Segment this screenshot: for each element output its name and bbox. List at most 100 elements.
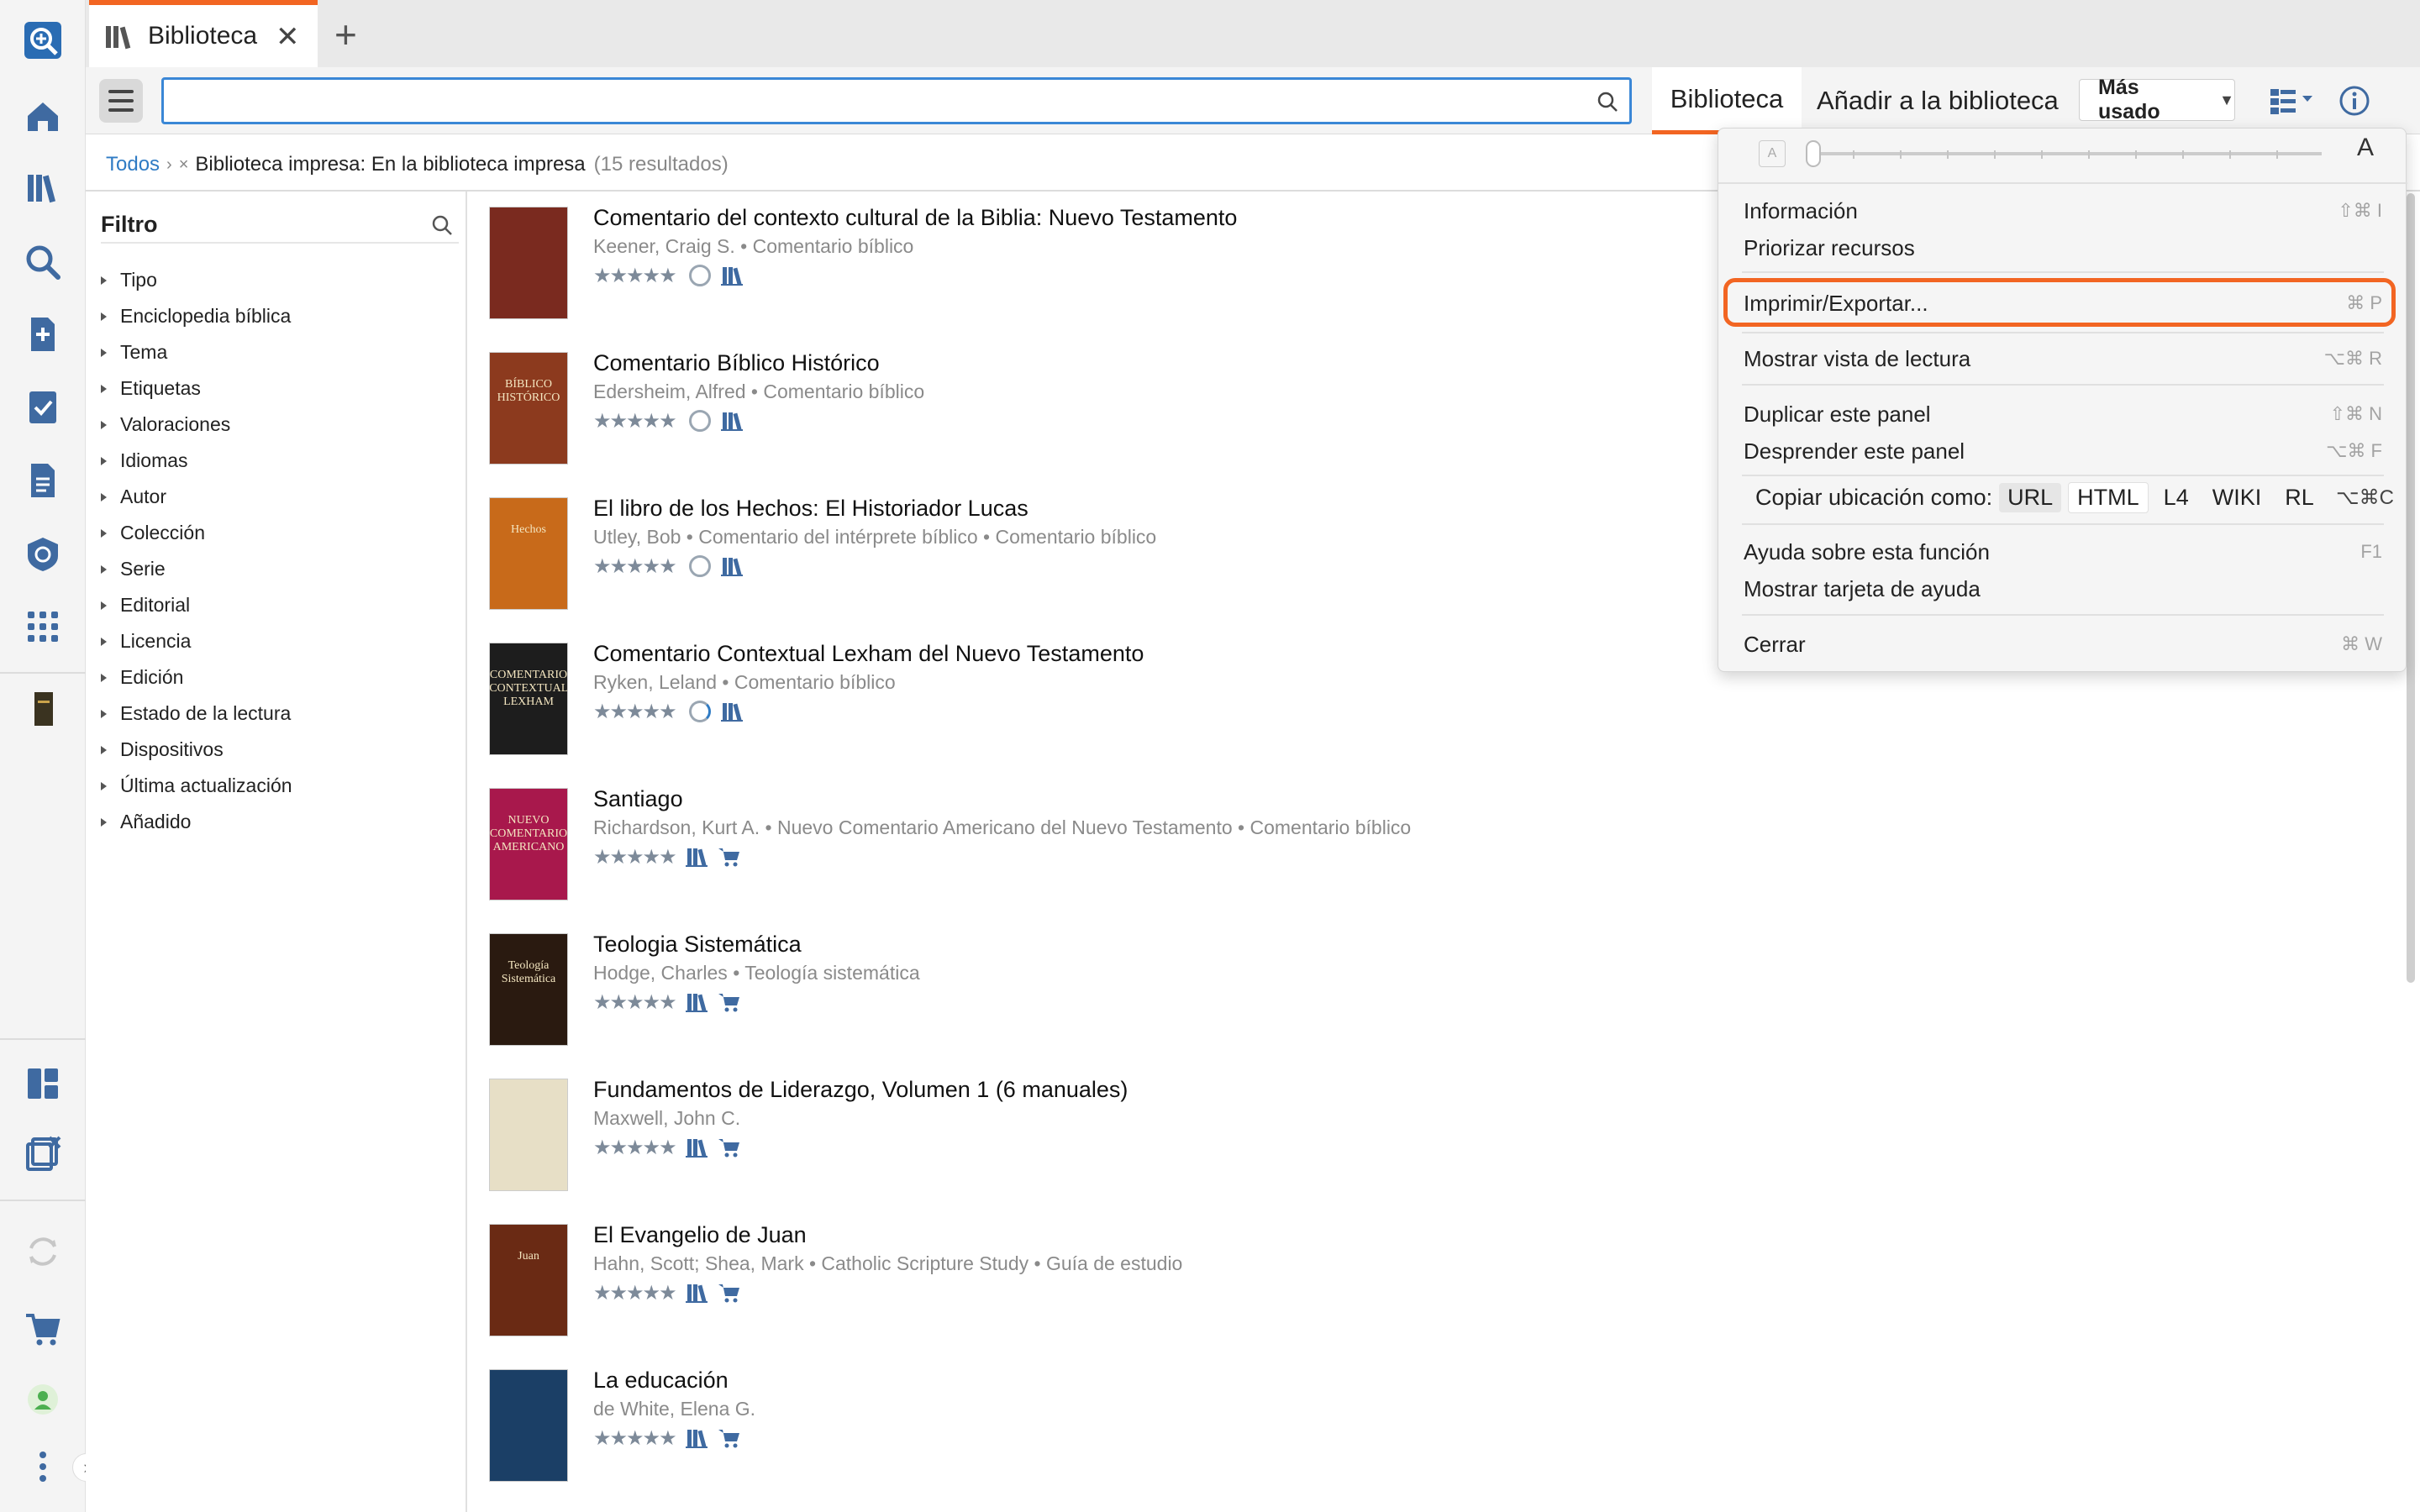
result-row[interactable]: Hechos El libro de los Hechos: El Histori…: [489, 482, 1665, 627]
library-icon[interactable]: [685, 1137, 708, 1158]
more-vertical-icon[interactable]: [21, 1445, 65, 1488]
book-cover[interactable]: COMENTARIO CONTEXTUAL LEXHAM: [489, 643, 568, 755]
font-size-slider-thumb[interactable]: [1806, 140, 1821, 167]
font-size-large-icon[interactable]: A: [2357, 134, 2374, 162]
filter-item[interactable]: Estado de la lectura: [101, 696, 292, 732]
tab-add-to-library[interactable]: Añadir a la biblioteca: [1817, 67, 2059, 134]
filter-item[interactable]: Valoraciones: [101, 407, 292, 443]
recent-book-icon[interactable]: [21, 687, 65, 731]
result-row[interactable]: NUEVO COMENTARIO AMERICANO Santiago Richar…: [489, 773, 1665, 918]
result-row[interactable]: Comentario del contexto cultural de la B…: [489, 192, 1665, 337]
menu-item-mostrar-tarjeta-ayuda[interactable]: Mostrar tarjeta de ayuda: [1744, 572, 2382, 606]
cart-icon[interactable]: [718, 1282, 741, 1304]
result-title[interactable]: El Evangelio de Juan: [593, 1222, 807, 1248]
filter-item[interactable]: Enciclopedia bíblica: [101, 298, 292, 334]
result-title[interactable]: El libro de los Hechos: El Historiador L…: [593, 496, 1028, 522]
book-cover[interactable]: [489, 1079, 568, 1191]
cart-icon[interactable]: [718, 991, 741, 1013]
result-title[interactable]: Fundamentos de Liderazgo, Volumen 1 (6 m…: [593, 1077, 1128, 1103]
rating-stars-icon[interactable]: ★★★★★: [593, 264, 677, 288]
filter-item[interactable]: Licencia: [101, 623, 292, 659]
result-title[interactable]: La educación: [593, 1368, 729, 1394]
copy-format-l4[interactable]: L4: [2155, 483, 2197, 512]
filter-item[interactable]: Colección: [101, 515, 292, 551]
rating-stars-icon[interactable]: ★★★★★: [593, 990, 677, 1015]
library-icon[interactable]: [720, 555, 743, 577]
close-panels-icon[interactable]: [21, 1132, 65, 1176]
filter-item[interactable]: Editorial: [101, 587, 292, 623]
menu-item-informacion[interactable]: Información ⇧⌘ I: [1744, 194, 2382, 228]
view-mode-icon[interactable]: [2269, 87, 2319, 116]
cart-icon[interactable]: [718, 846, 741, 868]
result-row[interactable]: BÍBLICO HISTÓRICO Comentario Bíblico Hist…: [489, 337, 1665, 482]
library-icon[interactable]: [685, 991, 708, 1013]
filter-item[interactable]: Tipo: [101, 262, 292, 298]
copy-format-wiki[interactable]: WIKI: [2204, 483, 2270, 512]
rating-stars-icon[interactable]: ★★★★★: [593, 554, 677, 579]
filter-item[interactable]: Idiomas: [101, 443, 292, 479]
book-cover[interactable]: Hechos: [489, 497, 568, 610]
hamburger-menu-icon[interactable]: [99, 79, 143, 123]
document-icon[interactable]: [21, 459, 65, 502]
menu-item-mostrar-vista-lectura[interactable]: Mostrar vista de lectura ⌥⌘ R: [1744, 342, 2382, 375]
result-title[interactable]: Comentario Bíblico Histórico: [593, 350, 880, 376]
book-cover[interactable]: BÍBLICO HISTÓRICO: [489, 352, 568, 465]
info-icon[interactable]: [2338, 84, 2371, 118]
search-input[interactable]: [164, 80, 1576, 122]
menu-item-priorizar-recursos[interactable]: Priorizar recursos: [1744, 231, 2382, 265]
breadcrumb-all-link[interactable]: Todos: [106, 153, 160, 176]
add-document-icon[interactable]: [21, 312, 65, 356]
menu-item-cerrar[interactable]: Cerrar ⌘ W: [1744, 627, 2382, 661]
filter-item[interactable]: Etiquetas: [101, 370, 292, 407]
filter-item[interactable]: Dispositivos: [101, 732, 292, 768]
reading-plan-icon[interactable]: [21, 385, 65, 428]
cart-icon[interactable]: [718, 1137, 741, 1158]
copy-format-url[interactable]: URL: [1999, 482, 2062, 512]
remove-filter-icon[interactable]: ×: [179, 155, 189, 175]
cart-icon[interactable]: [21, 1307, 65, 1351]
book-cover[interactable]: [489, 1369, 568, 1482]
menu-item-ayuda-funcion[interactable]: Ayuda sobre esta función F1: [1744, 535, 2382, 569]
layouts-icon[interactable]: [21, 1062, 65, 1105]
logos-logo-icon[interactable]: [21, 18, 65, 62]
search-box[interactable]: [161, 77, 1632, 124]
book-cover[interactable]: Juan: [489, 1224, 568, 1336]
book-cover[interactable]: [489, 207, 568, 319]
new-tab-button[interactable]: +: [334, 12, 357, 57]
copy-format-html[interactable]: HTML: [2068, 481, 2149, 513]
book-cover[interactable]: NUEVO COMENTARIO AMERICANO: [489, 788, 568, 900]
library-icon[interactable]: [720, 265, 743, 286]
library-icon[interactable]: [21, 166, 65, 210]
result-row[interactable]: Juan El Evangelio de Juan Hahn, Scott; She…: [489, 1209, 1665, 1354]
library-icon[interactable]: [720, 701, 743, 722]
user-avatar-icon[interactable]: [21, 1378, 65, 1421]
filter-item[interactable]: Tema: [101, 334, 292, 370]
home-icon[interactable]: [21, 94, 65, 138]
close-tab-icon[interactable]: ✕: [276, 20, 300, 54]
result-row[interactable]: La educación de White, Elena G. ★★★★★: [489, 1354, 1665, 1499]
apps-grid-icon[interactable]: [21, 605, 65, 648]
filter-item[interactable]: Edición: [101, 659, 292, 696]
scrollbar[interactable]: [2407, 193, 2415, 983]
font-size-slider[interactable]: [1809, 152, 2322, 155]
result-row[interactable]: COMENTARIO CONTEXTUAL LEXHAM Comentario C…: [489, 627, 1665, 773]
library-icon[interactable]: [685, 846, 708, 868]
result-title[interactable]: Comentario Contextual Lexham del Nuevo T…: [593, 641, 1144, 667]
rating-stars-icon[interactable]: ★★★★★: [593, 700, 677, 724]
sync-icon[interactable]: [21, 1230, 65, 1273]
guides-icon[interactable]: [21, 533, 65, 576]
menu-item-duplicar-panel[interactable]: Duplicar este panel ⇧⌘ N: [1744, 397, 2382, 431]
sort-dropdown[interactable]: Más usado ▼: [2079, 76, 2235, 123]
tab-library[interactable]: Biblioteca: [1652, 67, 1802, 134]
result-title[interactable]: Santiago: [593, 786, 683, 812]
filter-item[interactable]: Serie: [101, 551, 292, 587]
font-size-small-icon[interactable]: A: [1759, 140, 1786, 167]
result-title[interactable]: Teologia Sistemática: [593, 932, 802, 958]
rating-stars-icon[interactable]: ★★★★★: [593, 409, 677, 433]
search-icon[interactable]: [1596, 90, 1619, 113]
tab-biblioteca[interactable]: Biblioteca ✕: [89, 0, 318, 67]
copy-format-rl[interactable]: RL: [2276, 483, 2323, 512]
result-row[interactable]: Teología Sistemática Teologia Sistemática…: [489, 918, 1665, 1063]
search-icon[interactable]: [21, 240, 65, 284]
cart-icon[interactable]: [718, 1427, 741, 1449]
